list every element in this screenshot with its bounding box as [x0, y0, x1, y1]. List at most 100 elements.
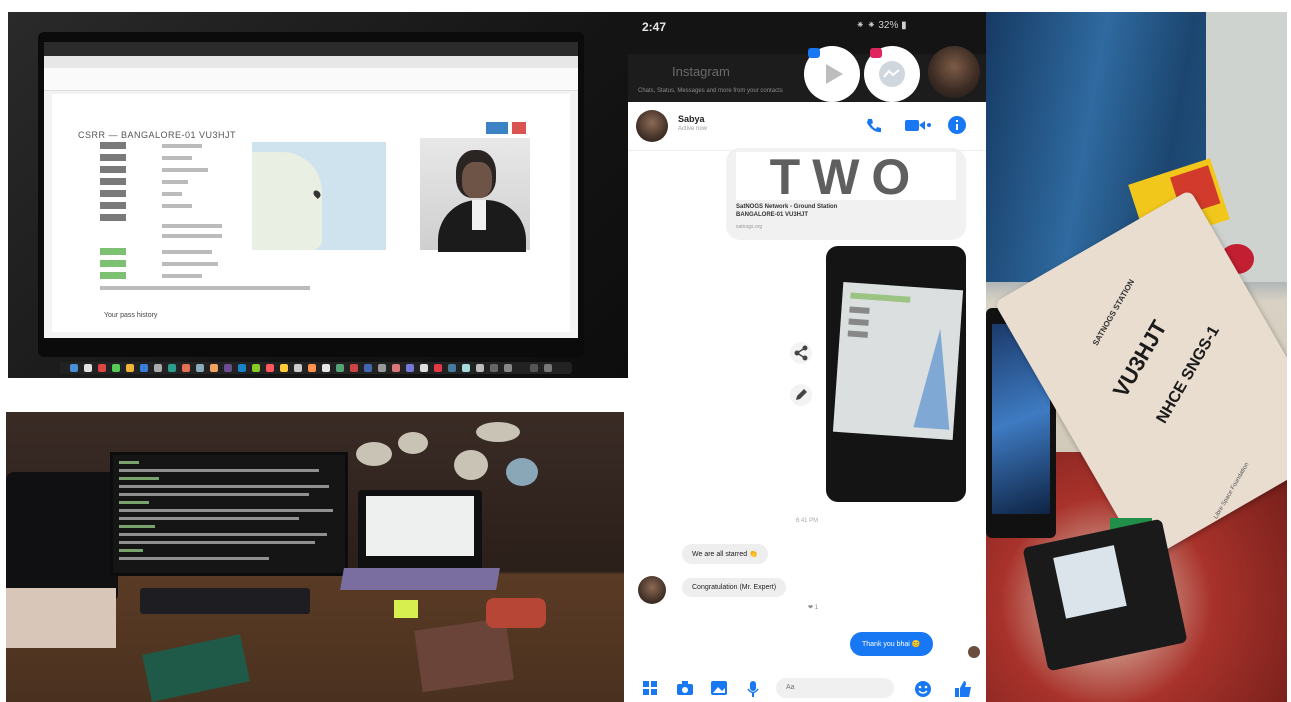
pass-history-heading: Your pass history [104, 312, 158, 319]
browser-address-bar [44, 56, 578, 68]
camera-icon[interactable] [676, 680, 694, 699]
card-subtitle: BANGALORE-01 VU3HJT [736, 212, 809, 218]
status-label [100, 260, 126, 267]
delete-button [512, 122, 526, 134]
info-value [162, 250, 212, 254]
incoming-message[interactable]: Congratulation (Mr. Expert) [682, 578, 787, 597]
dock-app-icon [420, 364, 428, 372]
dock-app-icon [196, 364, 204, 372]
terminal-line [119, 517, 299, 520]
like-icon[interactable] [954, 680, 972, 701]
info-label [100, 190, 126, 197]
card-image: TWO [736, 149, 956, 205]
info-value [100, 286, 310, 290]
play-chat-head[interactable] [806, 48, 858, 100]
info-value [162, 156, 192, 160]
dock-app-icon [168, 364, 176, 372]
desktop-monitor [110, 452, 348, 576]
info-icon[interactable] [948, 116, 966, 137]
dock-app-icon [266, 364, 274, 372]
wall-sticker [454, 450, 488, 480]
dock-app-icon [308, 364, 316, 372]
messenger-chat-head[interactable] [866, 48, 918, 100]
portrait-face [462, 162, 492, 198]
instagram-subtitle: Chats, Status, Messages and more from yo… [638, 88, 783, 94]
emoji-icon[interactable] [914, 680, 932, 701]
dock-app-icon [252, 364, 260, 372]
dock-app-icon [350, 364, 358, 372]
info-value [162, 144, 202, 148]
shared-photo-message[interactable] [826, 246, 966, 502]
browser-tab-bar [44, 42, 578, 56]
incoming-message[interactable]: We are all starred 👏 [682, 544, 768, 564]
info-label [100, 154, 126, 161]
share-icon[interactable] [790, 342, 812, 364]
terminal-line [119, 485, 329, 488]
contact-status: Active now [678, 126, 708, 132]
radio-screen [1053, 545, 1127, 619]
edit-icon[interactable] [790, 384, 812, 406]
dock-app-icon [294, 364, 302, 372]
red-cable [486, 598, 546, 628]
dock-app-icon [126, 364, 134, 372]
terminal-line [119, 533, 327, 536]
dock-app-icon [448, 364, 456, 372]
terminal-line [119, 501, 149, 504]
terminal-line [119, 549, 143, 552]
dock-app-icon [154, 364, 162, 372]
outgoing-message[interactable]: Thank you bhai 😊 [850, 632, 933, 656]
card-big-text: TWO [769, 149, 923, 205]
terminal-line [119, 509, 333, 512]
terminal-line [119, 525, 155, 528]
contact-chat-head[interactable] [928, 46, 980, 98]
info-value [162, 234, 222, 238]
info-value [162, 168, 208, 172]
notification-badge [870, 48, 882, 58]
dock-app-icon [70, 364, 78, 372]
shared-station-card[interactable]: TWO SatNOGS Network - Ground Station BAN… [726, 148, 966, 240]
edit-button [486, 122, 508, 134]
dock-app-icon [322, 364, 330, 372]
dock-app-icon [210, 364, 218, 372]
dock-app-icon [98, 364, 106, 372]
info-value [162, 180, 188, 184]
dock-app-icon [504, 364, 512, 372]
conversation-header: Sabya Active now [628, 104, 986, 151]
seen-avatar [968, 646, 980, 658]
info-value [162, 262, 218, 266]
desk-setup-photo [6, 412, 624, 702]
status-indicators: ⁕ ⁕ 32% ▮ [856, 20, 907, 31]
owner-portrait [420, 138, 530, 252]
yellow-note [394, 600, 418, 618]
terminal-line [119, 557, 269, 560]
message-reaction[interactable]: ❤ 1 [808, 604, 818, 611]
desk-speaker [6, 472, 118, 602]
video-icon[interactable] [904, 117, 932, 136]
terminal-line [119, 469, 319, 472]
desk-laptop-base [340, 568, 500, 590]
status-label [100, 248, 126, 255]
image-icon[interactable] [710, 680, 728, 699]
dock-app-icon [434, 364, 442, 372]
message-input[interactable] [776, 678, 894, 698]
mic-icon[interactable] [746, 680, 760, 701]
satnogs-station-photo: SATNOGS STATION VU3HJT NHCE SNGS-1 Libre… [986, 12, 1287, 702]
laptop-photo: CSRR — BANGALORE-01 VU3HJT Your pass his… [8, 12, 628, 378]
wall-sticker [356, 442, 392, 466]
status-label [100, 272, 126, 279]
status-time: 2:47 [642, 20, 667, 34]
wall-sticker [398, 432, 428, 454]
info-value [162, 224, 222, 228]
message-timestamp: 6:41 PM [795, 518, 819, 524]
messenger-screenshot: 2:47 ⁕ ⁕ 32% ▮ Instagram Chats, Status, … [628, 12, 986, 702]
desk-keyboard [140, 588, 310, 614]
contact-avatar[interactable] [636, 110, 668, 142]
map-land [252, 152, 322, 250]
dock-app-icon [490, 364, 498, 372]
terminal-line [119, 477, 159, 480]
photo-laptop-screen [832, 281, 964, 441]
dock-app-icon [544, 364, 552, 372]
grid-icon[interactable] [642, 680, 658, 699]
phone-icon[interactable] [864, 116, 882, 137]
info-label [100, 202, 126, 209]
